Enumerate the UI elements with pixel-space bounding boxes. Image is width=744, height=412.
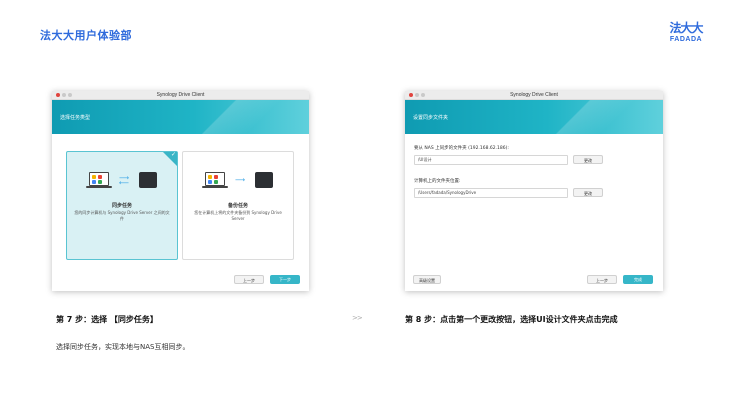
sync-illustration: ⟶ ⟵ xyxy=(86,172,157,192)
nas-icon xyxy=(139,172,157,188)
change-local-folder-button[interactable]: 更改 xyxy=(573,188,603,197)
change-nas-folder-button[interactable]: 更改 xyxy=(573,155,603,164)
local-folder-field[interactable]: /Users/fadada/SynologyDrive xyxy=(414,188,568,198)
done-button[interactable]: 完成 xyxy=(623,275,653,284)
card-description: 您在计算机上将的文件夹备份到 Synology Drive Server xyxy=(194,210,282,221)
step7-description: 选择同步任务，实现本地与NAS互相同步。 xyxy=(56,343,190,351)
nas-icon xyxy=(255,172,273,188)
local-folder-label: 计算机上的文件夹位置: xyxy=(414,179,461,184)
separator-arrows: >> xyxy=(352,314,363,322)
prev-button[interactable]: 上一步 xyxy=(587,275,617,284)
card-title: 备份任务 xyxy=(227,203,248,209)
check-icon: ✓ xyxy=(170,151,176,158)
logo-text: 法大大 xyxy=(669,21,703,35)
window-titlebar: Synology Drive Client xyxy=(52,91,309,100)
select-task-window: Synology Drive Client 选择任务类型 ✓ ⟶ ⟵ 同步任务 您… xyxy=(52,91,309,291)
window-titlebar: Synology Drive Client xyxy=(405,91,663,100)
banner-title: 选择任务类型 xyxy=(60,115,91,121)
card-description: 您的同步计算机与 Synology Drive Server 之间的文件 xyxy=(74,210,170,221)
sync-folder-window: Synology Drive Client 设置同步文件夹 要从 NAS 上同步… xyxy=(405,91,663,291)
prev-button[interactable]: 上一步 xyxy=(234,275,264,284)
backup-illustration: ⟶ xyxy=(202,172,273,192)
sync-task-card[interactable]: ✓ ⟶ ⟵ 同步任务 您的同步计算机与 Synology Drive Server… xyxy=(66,151,178,260)
next-button[interactable]: 下一步 xyxy=(270,275,300,284)
sync-arrows-icon: ⟶ ⟵ xyxy=(119,174,130,187)
window-banner: 设置同步文件夹 xyxy=(405,100,663,134)
laptop-icon xyxy=(205,172,225,186)
advanced-settings-button[interactable]: 高级设置 xyxy=(413,275,441,284)
banner-title: 设置同步文件夹 xyxy=(413,115,449,121)
nas-folder-field[interactable]: /UI设计 xyxy=(414,155,568,165)
step7-title: 第 7 步：选择 【同步任务】 xyxy=(56,315,158,324)
page-title: 法大大用户体验部 xyxy=(40,29,132,42)
step8-title: 第 8 步：点击第一个更改按钮，选择UI设计文件夹点击完成 xyxy=(405,315,618,324)
window-banner: 选择任务类型 xyxy=(52,100,309,134)
laptop-icon xyxy=(89,172,109,186)
logo-subtext: FADADA xyxy=(669,36,703,43)
window-title: Synology Drive Client xyxy=(156,92,205,98)
backup-task-card[interactable]: ⟶ 备份任务 您在计算机上将的文件夹备份到 Synology Drive Ser… xyxy=(182,151,294,260)
brand-logo: 法大大 FADADA xyxy=(666,22,706,46)
card-title: 同步任务 xyxy=(111,203,132,209)
arrow-right-icon: ⟶ xyxy=(235,176,246,184)
nas-folder-label: 要从 NAS 上同步的文件夹 (192.168.62.186): xyxy=(414,146,509,151)
window-title: Synology Drive Client xyxy=(510,92,558,98)
